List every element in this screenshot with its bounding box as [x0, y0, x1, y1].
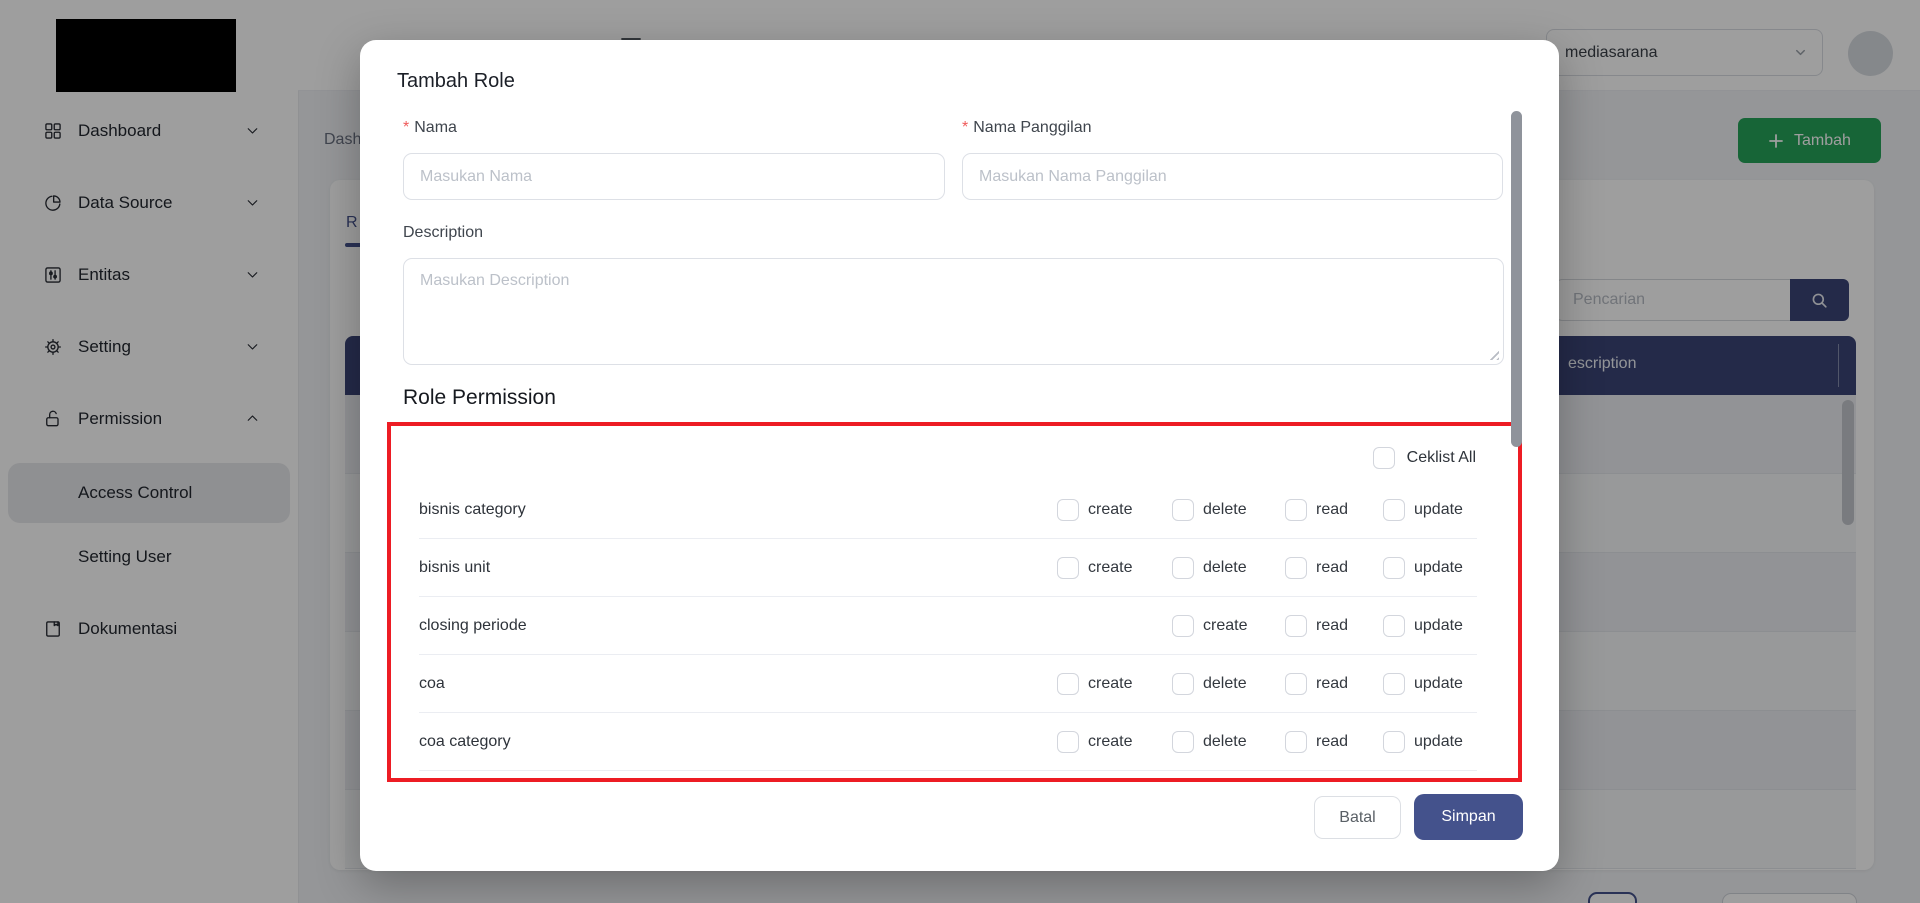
permission-create-checkbox[interactable]	[1057, 557, 1079, 579]
permission-create-cell[interactable]: create	[1057, 499, 1172, 521]
permission-read-cell[interactable]: read	[1285, 499, 1383, 521]
save-button[interactable]: Simpan	[1414, 794, 1523, 840]
permission-update-checkbox[interactable]	[1383, 673, 1405, 695]
tambah-role-modal: Tambah Role *Nama *Nama Panggilan Descri…	[360, 40, 1559, 871]
permission-create-checkbox[interactable]	[1057, 673, 1079, 695]
permission-row: coacreatedeletereadupdate	[419, 655, 1477, 713]
check-all-row: Ceklist All	[391, 426, 1518, 473]
role-permission-heading: Role Permission	[403, 386, 556, 410]
permission-read-checkbox[interactable]	[1285, 615, 1307, 637]
cancel-button[interactable]: Batal	[1314, 796, 1401, 839]
permission-update-cell[interactable]: update	[1383, 499, 1477, 521]
permission-row-name: coa category	[419, 733, 1057, 751]
permission-delete-checkbox[interactable]	[1172, 499, 1194, 521]
modal-title: Tambah Role	[397, 70, 515, 93]
permission-create-cell[interactable]: create	[1172, 615, 1285, 637]
permission-delete-checkbox[interactable]	[1172, 673, 1194, 695]
nama-panggilan-label: *Nama Panggilan	[962, 119, 1092, 137]
permission-read-checkbox[interactable]	[1285, 673, 1307, 695]
permission-create-cell[interactable]: create	[1057, 557, 1172, 579]
permission-read-cell[interactable]: read	[1285, 557, 1383, 579]
permission-read-cell[interactable]: read	[1285, 673, 1383, 695]
required-asterisk: *	[962, 119, 968, 136]
permission-create-checkbox[interactable]	[1172, 615, 1194, 637]
description-textarea[interactable]	[403, 258, 1504, 365]
app-root: DashboardData SourceEntitasSettingPermis…	[0, 0, 1920, 903]
permission-row: coa categorycreatedeletereadupdate	[419, 713, 1477, 771]
nama-panggilan-input[interactable]	[962, 153, 1503, 200]
check-all-label: Ceklist All	[1407, 449, 1476, 467]
permission-read-checkbox[interactable]	[1285, 557, 1307, 579]
permission-update-cell[interactable]: update	[1383, 731, 1477, 753]
permission-delete-cell[interactable]: delete	[1172, 499, 1285, 521]
permission-update-cell[interactable]: update	[1383, 557, 1477, 579]
permission-read-checkbox[interactable]	[1285, 731, 1307, 753]
permission-create-checkbox[interactable]	[1057, 731, 1079, 753]
permission-read-checkbox[interactable]	[1285, 499, 1307, 521]
permission-row-name: coa	[419, 675, 1057, 693]
permission-read-cell[interactable]: read	[1285, 615, 1383, 637]
required-asterisk: *	[403, 119, 409, 136]
permission-delete-cell[interactable]: delete	[1172, 731, 1285, 753]
permission-update-cell[interactable]: update	[1383, 615, 1477, 637]
permission-update-checkbox[interactable]	[1383, 499, 1405, 521]
permission-row: closing periode createreadupdate	[419, 597, 1477, 655]
permission-update-checkbox[interactable]	[1383, 731, 1405, 753]
nama-label: *Nama	[403, 119, 457, 137]
role-permission-panel: Ceklist All bisnis categorycreatedeleter…	[387, 422, 1522, 782]
nama-input[interactable]	[403, 153, 945, 200]
permission-row-name: bisnis category	[419, 501, 1057, 519]
permission-create-cell[interactable]: create	[1057, 673, 1172, 695]
check-all-checkbox[interactable]	[1373, 447, 1395, 469]
modal-scrollbar[interactable]	[1511, 111, 1522, 447]
permission-row-name: closing periode	[419, 617, 1057, 635]
permission-create-checkbox[interactable]	[1057, 499, 1079, 521]
permission-delete-cell[interactable]: delete	[1172, 557, 1285, 579]
permission-delete-checkbox[interactable]	[1172, 731, 1194, 753]
permission-row: bisnis categorycreatedeletereadupdate	[419, 481, 1477, 539]
permission-update-checkbox[interactable]	[1383, 557, 1405, 579]
permission-read-cell[interactable]: read	[1285, 731, 1383, 753]
permission-row-name: bisnis unit	[419, 559, 1057, 577]
permission-delete-checkbox[interactable]	[1172, 557, 1194, 579]
description-label: Description	[403, 224, 483, 242]
permission-update-cell[interactable]: update	[1383, 673, 1477, 695]
permission-create-cell[interactable]: create	[1057, 731, 1172, 753]
permission-delete-cell[interactable]: delete	[1172, 673, 1285, 695]
permission-row: bisnis unitcreatedeletereadupdate	[419, 539, 1477, 597]
permission-update-checkbox[interactable]	[1383, 615, 1405, 637]
